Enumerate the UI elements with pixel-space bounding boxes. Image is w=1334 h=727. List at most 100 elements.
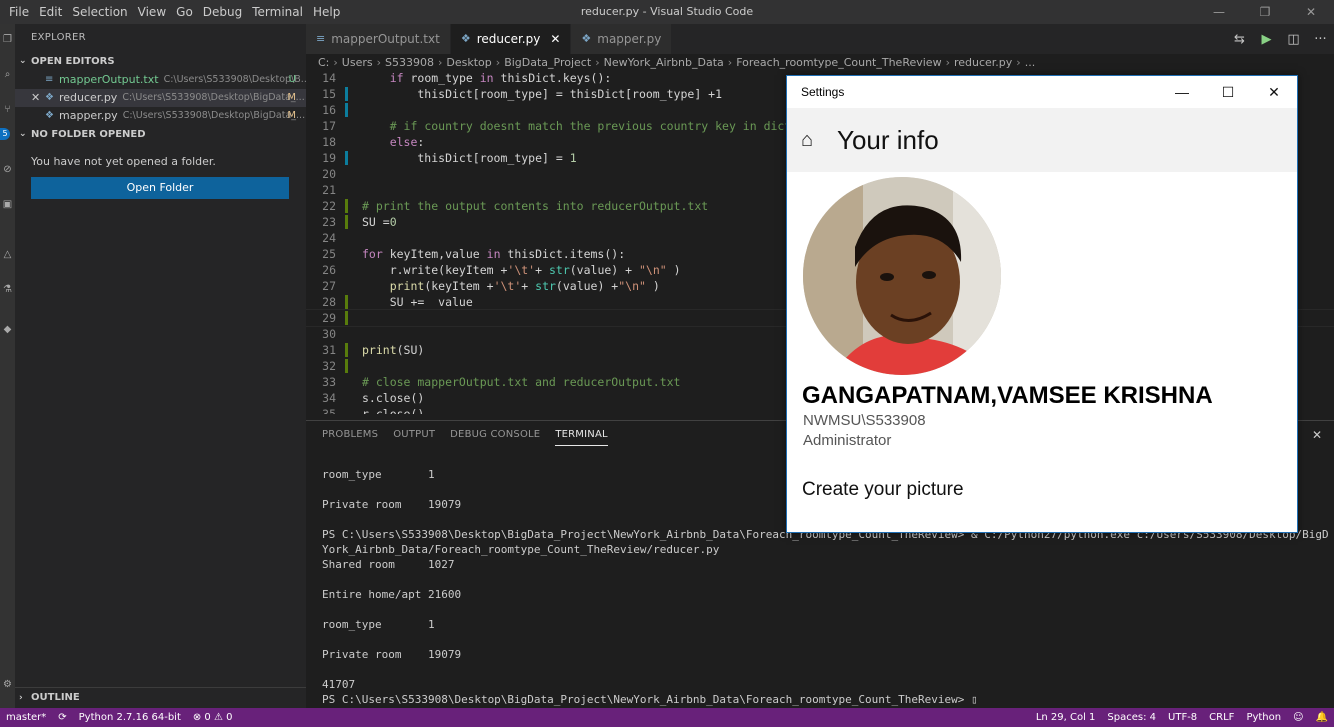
feedback-icon[interactable]: ☺ (1287, 712, 1309, 723)
gutter-change-marker (345, 327, 348, 341)
code-text: SU =0 (362, 215, 397, 229)
close-icon[interactable]: ✕ (1251, 76, 1297, 108)
chevron-right-icon: › (438, 55, 443, 69)
breadcrumb-item[interactable]: BigData_Project (504, 56, 591, 69)
breadcrumb-item[interactable]: Users (342, 56, 373, 69)
explorer-icon[interactable]: ❐ (0, 34, 15, 45)
close-icon[interactable]: ✕ (31, 89, 45, 107)
minimap[interactable] (1314, 70, 1334, 414)
close-icon[interactable]: ✕ (1288, 0, 1334, 24)
menu-bar: File Edit Selection View Go Debug Termin… (0, 0, 345, 24)
gutter-change-marker (345, 215, 348, 229)
more-actions-icon[interactable]: ··· (1307, 32, 1334, 47)
gutter-change-marker (345, 407, 348, 414)
line-number: 28 (322, 295, 336, 309)
menu-terminal[interactable]: Terminal (247, 0, 308, 24)
gutter-change-marker (345, 375, 348, 389)
gutter-change-marker (345, 183, 348, 197)
line-number: 15 (322, 87, 336, 101)
line-ending[interactable]: CRLF (1203, 712, 1240, 723)
open-editor-item[interactable]: ❖ mapper.py C:\Users\S533908\Desktop\BigDa… (15, 107, 306, 125)
panel-tab-output[interactable]: OUTPUT (393, 421, 435, 449)
encoding[interactable]: UTF-8 (1162, 712, 1203, 723)
title-bar: File Edit Selection View Go Debug Termin… (0, 0, 1334, 24)
language-mode[interactable]: Python (1240, 712, 1287, 723)
notifications-icon[interactable]: 🔔 (1310, 712, 1334, 723)
split-editor-icon[interactable]: ◫ (1280, 32, 1307, 47)
outline-header[interactable]: › OUTLINE (15, 687, 306, 706)
python-interpreter[interactable]: Python 2.7.16 64-bit (73, 712, 187, 723)
gutter-change-marker (345, 263, 348, 277)
tab-mapperoutput-txt[interactable]: ≡ mapperOutput.txt (306, 24, 451, 54)
menu-view[interactable]: View (133, 0, 171, 24)
breadcrumb-item[interactable]: C: (318, 56, 329, 69)
compare-icon[interactable]: ⇆ (1226, 32, 1253, 47)
menu-selection[interactable]: Selection (67, 0, 132, 24)
indentation[interactable]: Spaces: 4 (1101, 712, 1162, 723)
panel-tab-debug-console[interactable]: DEBUG CONSOLE (450, 421, 540, 449)
menu-file[interactable]: File (4, 0, 34, 24)
menu-help[interactable]: Help (308, 0, 345, 24)
tab-mapper-py[interactable]: ❖ mapper.py (571, 24, 673, 54)
line-number: 26 (322, 263, 336, 277)
python-file-icon: ❖ (45, 110, 54, 121)
python-file-icon: ❖ (581, 32, 592, 45)
search-icon[interactable]: ⌕ (0, 69, 15, 80)
docker-icon[interactable]: ◆ (0, 324, 15, 335)
settings-title: Settings (801, 85, 845, 99)
test-icon[interactable]: ⚗ (0, 284, 15, 295)
home-icon[interactable]: ⌂ (801, 129, 827, 152)
breadcrumb-item[interactable]: NewYork_Airbnb_Data (604, 56, 724, 69)
create-picture-link[interactable]: Create your picture (802, 479, 964, 501)
source-control-icon[interactable]: ⑂ (0, 104, 15, 115)
minimize-icon[interactable]: — (1196, 0, 1242, 24)
breadcrumb-item[interactable]: ... (1025, 56, 1036, 69)
remote-icon[interactable]: △ (0, 249, 15, 260)
breadcrumb-item[interactable]: S533908 (385, 56, 434, 69)
panel-tab-terminal[interactable]: TERMINAL (555, 424, 608, 446)
restore-icon[interactable]: ❐ (1242, 0, 1288, 24)
menu-go[interactable]: Go (171, 0, 198, 24)
breadcrumb-item[interactable]: reducer.py (954, 56, 1012, 69)
cursor-position[interactable]: Ln 29, Col 1 (1030, 712, 1102, 723)
panel-tab-problems[interactable]: PROBLEMS (322, 421, 378, 449)
open-editor-item[interactable]: ≡ mapperOutput.txt C:\Users\S533908\Deskto… (15, 71, 306, 89)
window-controls: — ❐ ✕ (1196, 0, 1334, 24)
debug-icon[interactable]: ⊘ (0, 164, 15, 175)
close-icon[interactable]: ✕ (550, 24, 560, 54)
python-file-icon: ❖ (460, 32, 471, 45)
menu-debug[interactable]: Debug (198, 0, 247, 24)
open-folder-button[interactable]: Open Folder (31, 177, 289, 199)
tab-reducer-py[interactable]: ❖ reducer.py ✕ (450, 24, 572, 54)
code-text: # close mapperOutput.txt and reducerOutp… (362, 375, 681, 389)
line-number: 33 (322, 375, 336, 389)
code-text: if room_type in thisDict.keys(): (389, 71, 612, 85)
chevron-right-icon: › (727, 55, 733, 69)
no-folder-header[interactable]: ⌄ NO FOLDER OPENED (15, 125, 306, 144)
sidebar-title: EXPLORER (31, 32, 86, 43)
minimize-icon[interactable]: — (1159, 76, 1205, 108)
terminal-line: Private room 19079 (322, 648, 462, 661)
sync-icon[interactable]: ⟳ (52, 712, 72, 723)
extensions-icon[interactable]: ▣ (0, 199, 15, 210)
editor-actions: ⇆ ▶ ◫ ··· (1226, 24, 1334, 54)
breadcrumb-item[interactable]: Foreach_roomtype_Count_TheReview (736, 56, 941, 69)
menu-edit[interactable]: Edit (34, 0, 67, 24)
code-text: r.close() (362, 407, 425, 414)
branch-indicator[interactable]: master* (0, 712, 52, 723)
breadcrumb-item[interactable]: Desktop (446, 56, 491, 69)
line-number: 18 (322, 135, 336, 149)
maximize-icon[interactable]: ☐ (1205, 76, 1251, 108)
problems-count[interactable]: ⊗ 0 ⚠ 0 (187, 712, 239, 723)
chevron-right-icon: › (333, 55, 338, 69)
text-file-icon: ≡ (45, 74, 54, 85)
profile-photo (803, 177, 1001, 375)
gutter-change-marker (345, 359, 348, 373)
open-editor-item[interactable]: ✕ ❖ reducer.py C:\Users\S533908\Desktop\Big… (15, 89, 306, 107)
open-editors-header[interactable]: ⌄ OPEN EDITORS (15, 52, 306, 71)
settings-gear-icon[interactable]: ⚙ (0, 679, 15, 690)
tab-label: mapper.py (597, 32, 662, 46)
run-icon[interactable]: ▶ (1253, 32, 1280, 47)
close-panel-icon[interactable]: ✕ (1306, 428, 1328, 442)
